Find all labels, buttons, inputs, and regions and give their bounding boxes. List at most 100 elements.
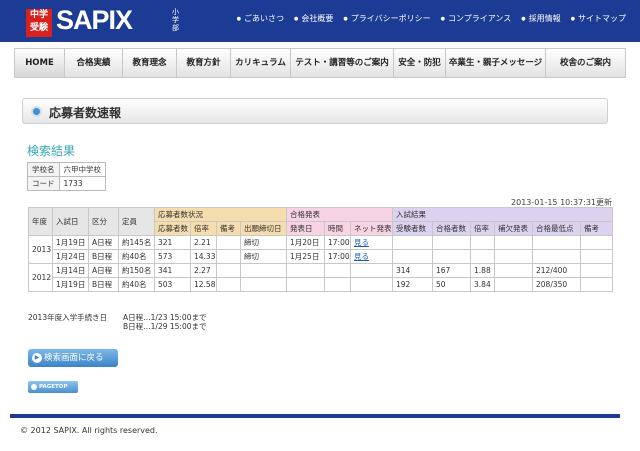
- school-code-label: コード: [27, 176, 60, 191]
- table-cell: 締切: [240, 249, 287, 264]
- table-cell: 314: [392, 263, 434, 278]
- table-cell: [494, 235, 534, 250]
- enrollment-schedule: A日程…1/23 15:00まで B日程…1/29 15:00まで: [123, 313, 207, 331]
- group-pass: 合格発表: [285, 207, 394, 222]
- table-cell: 約40名: [118, 277, 155, 292]
- col-capacity: 定員: [118, 207, 155, 236]
- table-cell: [392, 249, 434, 264]
- nav-curriculum[interactable]: カリキュラム: [231, 49, 291, 77]
- copyright: © 2012 SAPIX. All rights reserved.: [20, 426, 158, 435]
- col-waitlist: 補欠発表: [494, 221, 534, 236]
- table-cell: [216, 263, 241, 278]
- table-cell: [494, 249, 534, 264]
- col-exam-ratio: 倍率: [470, 221, 496, 236]
- table-cell: 212/400: [532, 263, 582, 278]
- pagetop-label: PAGETOP: [39, 384, 68, 390]
- pagetop-button[interactable]: PAGETOP: [28, 381, 78, 393]
- table-cell: [240, 277, 287, 292]
- col-min-score: 合格最低点: [532, 221, 582, 236]
- nav-safety[interactable]: 安全・防犯: [394, 49, 446, 77]
- link-recruit[interactable]: 採用情報: [521, 13, 561, 24]
- logo-text[interactable]: SAPIX: [56, 5, 133, 36]
- table-cell: [470, 235, 496, 250]
- table-row: 1月24日 B日程 約40名 573 14.33 締切 1月25日 17:00 見る: [29, 249, 614, 264]
- result-title: 検索結果: [27, 144, 76, 158]
- footer-divider: [10, 414, 620, 418]
- table-cell: [349, 277, 394, 292]
- table-cell: 約145名: [118, 235, 155, 250]
- table-cell: 見る: [349, 249, 394, 264]
- link-privacy[interactable]: プライバシーポリシー: [343, 13, 431, 24]
- view-link[interactable]: 見る: [354, 238, 369, 247]
- table-cell: [240, 263, 287, 278]
- nav-policy[interactable]: 教育方針: [177, 49, 231, 77]
- col-exam-note: 備考: [580, 221, 614, 236]
- table-cell: 50: [432, 277, 472, 292]
- table-cell: 503: [154, 277, 191, 292]
- table-cell: A日程: [88, 235, 119, 250]
- link-compliance[interactable]: コンプライアンス: [441, 13, 511, 24]
- nav-messages[interactable]: 卒業生・親子メッセージ: [446, 49, 546, 77]
- nav-tests[interactable]: テスト・講習等のご案内: [291, 49, 394, 77]
- table-row: 2013 1月19日 A日程 約145名 321 2.21 締切 1月20日 17:00 見る: [28, 235, 614, 264]
- main-nav: HOME 合格実績 教育理念 教育方針 カリキュラム テスト・講習等のご案内 安…: [14, 48, 626, 78]
- table-cell: 約40名: [118, 249, 155, 264]
- school-info-table: 学校名 六甲中学校 コード 1733: [27, 162, 106, 191]
- table-cell: 3.84: [470, 277, 496, 292]
- group-exam: 入試結果: [392, 207, 614, 222]
- table-cell: [580, 249, 614, 264]
- nav-schools[interactable]: 校舎のご案内: [546, 49, 625, 77]
- table-cell: [216, 277, 241, 292]
- table-cell: B日程: [88, 277, 119, 292]
- col-deadline: 出願締切日: [240, 221, 287, 236]
- col-passers: 合格者数: [432, 221, 472, 236]
- enrollment-label: 2013年度入学手続き日: [28, 313, 108, 322]
- col-examinees: 受験者数: [392, 221, 434, 236]
- table-cell: 573: [154, 249, 191, 264]
- table-cell: [216, 249, 241, 264]
- schedule-b: B日程…1/29 15:00まで: [123, 322, 207, 331]
- table-cell: [432, 249, 472, 264]
- col-apply-note: 備考: [216, 221, 241, 236]
- utility-links: ごあいさつ 会社概要 プライバシーポリシー コンプライアンス 採用情報 サイトマ…: [237, 13, 626, 24]
- nav-results[interactable]: 合格実績: [65, 49, 123, 77]
- table-cell: [532, 235, 582, 250]
- table-cell: 17:00: [324, 249, 351, 264]
- table-cell: 1.88: [470, 263, 496, 278]
- arrow-right-icon: ▶: [32, 353, 42, 363]
- table-cell: [580, 277, 614, 292]
- table-cell: 約150名: [118, 263, 155, 278]
- col-exam-date: 入試日: [52, 207, 89, 236]
- link-sitemap[interactable]: サイトマップ: [571, 13, 626, 24]
- table-cell: 1月20日: [286, 235, 325, 250]
- view-link[interactable]: 見る: [354, 252, 369, 261]
- table-cell: 12.58: [190, 277, 217, 292]
- table-cell: [580, 263, 614, 278]
- col-apply-ratio: 倍率: [190, 221, 217, 236]
- col-applicants: 応募者数: [154, 221, 191, 236]
- table-cell: 2.27: [190, 263, 217, 278]
- table-cell: [494, 263, 534, 278]
- table-cell: [532, 249, 582, 264]
- nav-philosophy[interactable]: 教育理念: [123, 49, 177, 77]
- logo-mark[interactable]: 中学受験: [26, 9, 52, 37]
- nav-home[interactable]: HOME: [15, 49, 65, 77]
- group-apply: 応募者数状況: [154, 207, 287, 222]
- table-row: 1月19日 B日程 約40名 503 12.58 192 50 3.84 208/350: [29, 277, 614, 292]
- table-cell: [580, 235, 614, 250]
- table-cell: 締切: [240, 235, 287, 250]
- table-cell: 1月19日: [52, 277, 89, 292]
- table-cell: 17:00: [324, 235, 351, 250]
- col-year: 年度: [28, 207, 53, 236]
- link-greeting[interactable]: ごあいさつ: [237, 13, 284, 24]
- table-cell: 321: [154, 235, 191, 250]
- table-cell: 192: [392, 277, 434, 292]
- table-cell: [286, 277, 325, 292]
- back-to-search-button[interactable]: ▶ 検索画面に戻る: [28, 349, 118, 367]
- col-announce-time: 時間: [324, 221, 351, 236]
- table-cell: 1月14日: [52, 263, 89, 278]
- table-cell: 2012: [28, 263, 53, 292]
- table-cell: 1月25日: [286, 249, 325, 264]
- table-cell: [432, 235, 472, 250]
- link-company[interactable]: 会社概要: [294, 13, 333, 24]
